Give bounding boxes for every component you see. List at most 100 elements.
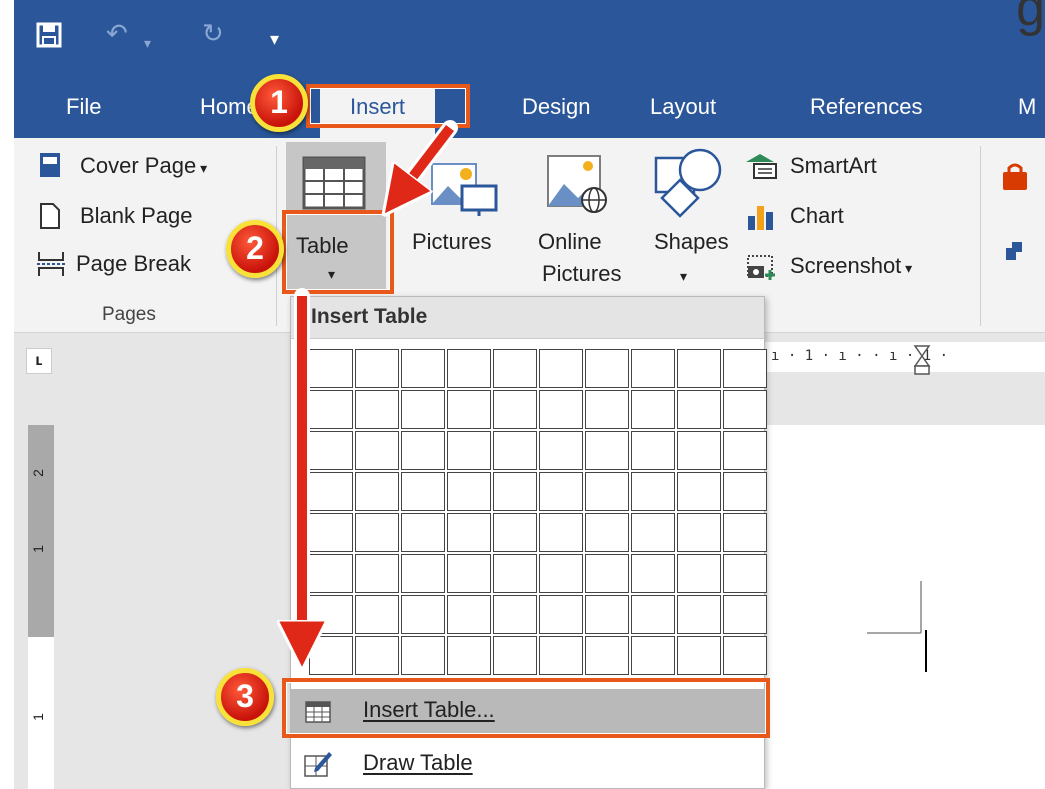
- table-grid-cell[interactable]: [447, 390, 491, 429]
- table-grid-cell[interactable]: [723, 595, 767, 634]
- indent-marker-icon[interactable]: [913, 344, 931, 376]
- table-grid-cell[interactable]: [723, 431, 767, 470]
- table-grid-cell[interactable]: [447, 349, 491, 388]
- table-grid-cell[interactable]: [585, 349, 629, 388]
- table-grid-cell[interactable]: [677, 636, 721, 675]
- table-grid-cell[interactable]: [631, 636, 675, 675]
- table-grid-cell[interactable]: [447, 636, 491, 675]
- page-break-button[interactable]: Page Break: [76, 250, 191, 278]
- table-grid-cell[interactable]: [447, 431, 491, 470]
- table-grid-cell[interactable]: [539, 513, 583, 552]
- tab-layout[interactable]: Layout: [650, 92, 716, 122]
- table-size-grid[interactable]: [309, 349, 767, 675]
- table-grid-cell[interactable]: [401, 595, 445, 634]
- table-grid-cell[interactable]: [677, 431, 721, 470]
- horizontal-ruler[interactable]: ı · 1 · ı · · ı · 1 ·: [765, 342, 1045, 375]
- table-grid-cell[interactable]: [447, 595, 491, 634]
- tab-references[interactable]: References: [810, 92, 923, 122]
- table-grid-cell[interactable]: [585, 472, 629, 511]
- cover-page-button[interactable]: Cover Page ▾: [80, 152, 207, 182]
- online-pictures-label-2[interactable]: Pictures: [542, 260, 621, 288]
- table-grid-cell[interactable]: [355, 513, 399, 552]
- pictures-button[interactable]: Pictures: [412, 228, 491, 256]
- table-grid-cell[interactable]: [493, 636, 537, 675]
- table-grid-cell[interactable]: [309, 554, 353, 593]
- table-grid-cell[interactable]: [539, 554, 583, 593]
- table-grid-cell[interactable]: [585, 513, 629, 552]
- save-icon[interactable]: [36, 22, 62, 48]
- table-grid-cell[interactable]: [723, 472, 767, 511]
- table-grid-cell[interactable]: [355, 472, 399, 511]
- table-grid-cell[interactable]: [493, 513, 537, 552]
- table-grid-cell[interactable]: [309, 349, 353, 388]
- table-grid-cell[interactable]: [401, 513, 445, 552]
- tab-file[interactable]: File: [66, 92, 101, 122]
- table-grid-cell[interactable]: [355, 349, 399, 388]
- tab-design[interactable]: Design: [522, 92, 590, 122]
- table-grid-cell[interactable]: [355, 431, 399, 470]
- blank-page-button[interactable]: Blank Page: [80, 202, 193, 230]
- table-grid-cell[interactable]: [355, 636, 399, 675]
- table-grid-cell[interactable]: [401, 472, 445, 511]
- table-grid-cell[interactable]: [539, 636, 583, 675]
- table-grid-cell[interactable]: [447, 472, 491, 511]
- table-grid-cell[interactable]: [493, 390, 537, 429]
- table-grid-cell[interactable]: [677, 349, 721, 388]
- table-grid-cell[interactable]: [539, 595, 583, 634]
- table-grid-cell[interactable]: [585, 390, 629, 429]
- table-grid-cell[interactable]: [723, 349, 767, 388]
- online-pictures-label-1[interactable]: Online: [538, 228, 602, 256]
- table-grid-cell[interactable]: [677, 595, 721, 634]
- undo-dropdown-icon[interactable]: ▾: [144, 28, 151, 58]
- table-grid-cell[interactable]: [309, 390, 353, 429]
- table-grid-cell[interactable]: [401, 636, 445, 675]
- table-grid-cell[interactable]: [631, 554, 675, 593]
- table-grid-cell[interactable]: [355, 595, 399, 634]
- table-grid-cell[interactable]: [631, 513, 675, 552]
- table-grid-cell[interactable]: [309, 595, 353, 634]
- table-grid-cell[interactable]: [585, 431, 629, 470]
- store-icon[interactable]: [1000, 162, 1030, 192]
- table-grid-cell[interactable]: [631, 349, 675, 388]
- table-grid-cell[interactable]: [401, 349, 445, 388]
- table-grid-cell[interactable]: [631, 431, 675, 470]
- draw-table-menu-item[interactable]: Draw Table: [291, 742, 764, 788]
- table-grid-cell[interactable]: [355, 554, 399, 593]
- table-grid-cell[interactable]: [539, 390, 583, 429]
- table-grid-cell[interactable]: [493, 472, 537, 511]
- table-grid-cell[interactable]: [309, 636, 353, 675]
- table-grid-cell[interactable]: [493, 595, 537, 634]
- table-grid-cell[interactable]: [401, 554, 445, 593]
- table-grid-cell[interactable]: [493, 431, 537, 470]
- table-grid-cell[interactable]: [493, 349, 537, 388]
- chart-button[interactable]: Chart: [790, 202, 844, 230]
- document-page[interactable]: [765, 425, 1045, 789]
- table-grid-cell[interactable]: [677, 513, 721, 552]
- table-grid-cell[interactable]: [493, 554, 537, 593]
- table-grid-cell[interactable]: [309, 431, 353, 470]
- customize-qat-icon[interactable]: ▾: [270, 24, 279, 54]
- table-grid-cell[interactable]: [631, 472, 675, 511]
- table-grid-cell[interactable]: [309, 513, 353, 552]
- table-grid-cell[interactable]: [447, 513, 491, 552]
- table-grid-cell[interactable]: [585, 636, 629, 675]
- table-grid-cell[interactable]: [677, 554, 721, 593]
- tab-selector[interactable]: ʟ: [26, 348, 52, 374]
- table-grid-cell[interactable]: [447, 554, 491, 593]
- table-grid-cell[interactable]: [355, 390, 399, 429]
- smartart-button[interactable]: SmartArt: [790, 152, 877, 180]
- undo-icon[interactable]: ↶: [106, 18, 128, 48]
- shapes-dropdown-icon[interactable]: ▾: [680, 262, 687, 290]
- table-grid-cell[interactable]: [631, 390, 675, 429]
- tab-more[interactable]: M: [1018, 92, 1036, 122]
- table-grid-cell[interactable]: [723, 513, 767, 552]
- table-grid-cell[interactable]: [539, 349, 583, 388]
- table-grid-cell[interactable]: [631, 595, 675, 634]
- table-grid-cell[interactable]: [723, 390, 767, 429]
- table-grid-cell[interactable]: [401, 390, 445, 429]
- table-grid-cell[interactable]: [539, 431, 583, 470]
- table-grid-cell[interactable]: [539, 472, 583, 511]
- vertical-ruler[interactable]: 2 1 1: [28, 425, 54, 789]
- shapes-button[interactable]: Shapes: [654, 228, 729, 256]
- my-addins-icon[interactable]: [1002, 238, 1028, 264]
